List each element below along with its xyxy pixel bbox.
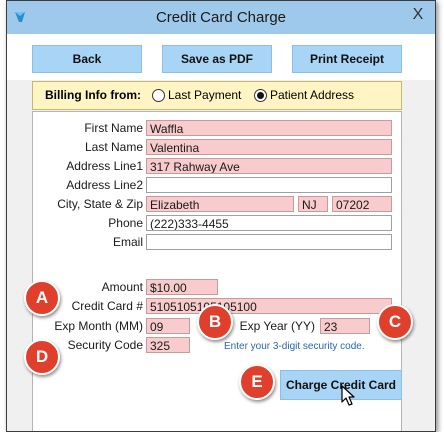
patient-address-label[interactable]: Patient Address — [270, 82, 354, 109]
exp-month-label: Exp Month (MM) — [54, 319, 143, 333]
first-name-field[interactable]: Waffla — [146, 120, 392, 136]
callout-e: E — [239, 364, 275, 400]
city-state-zip-label: City, State & Zip — [57, 197, 143, 211]
security-code-hint: Enter your 3-digit security code. — [224, 341, 365, 352]
address-line1-label: Address Line1 — [66, 159, 143, 173]
address-line2-field[interactable] — [146, 177, 392, 193]
pointer-cursor-icon — [341, 385, 355, 406]
save-as-pdf-button[interactable]: Save as PDF — [162, 45, 272, 73]
address-line2-label: Address Line2 — [66, 178, 143, 192]
billing-info-bar: Billing Info from: Last Payment Patient … — [32, 81, 402, 110]
patient-address-radio[interactable] — [254, 89, 267, 102]
title-bar: Credit Card Charge X — [7, 1, 435, 34]
callout-a: A — [24, 280, 60, 316]
exp-month-field[interactable]: 09 — [146, 318, 190, 334]
print-receipt-button[interactable]: Print Receipt — [292, 45, 402, 73]
last-name-label: Last Name — [84, 140, 143, 154]
zip-field[interactable]: 07202 — [332, 196, 392, 212]
phone-label: Phone — [108, 216, 143, 230]
callout-c: C — [377, 304, 413, 340]
email-label: Email — [112, 235, 143, 249]
last-payment-radio[interactable] — [152, 89, 165, 102]
back-button[interactable]: Back — [32, 45, 142, 73]
window-title: Credit Card Charge — [155, 9, 287, 26]
billing-info-label: Billing Info from: — [45, 88, 141, 102]
exp-year-field[interactable]: 23 — [320, 318, 370, 334]
last-payment-label[interactable]: Last Payment — [168, 82, 241, 109]
security-code-field[interactable]: 325 — [146, 337, 190, 353]
callout-d: D — [24, 339, 60, 375]
email-field[interactable] — [146, 234, 392, 250]
state-field[interactable]: NJ — [298, 196, 328, 212]
close-icon[interactable]: X — [407, 6, 429, 24]
callout-b: B — [197, 304, 233, 340]
last-name-field[interactable]: Valentina — [146, 139, 392, 155]
amount-field[interactable]: $10.00 — [146, 279, 218, 295]
credit-card-charge-window: Credit Card Charge X Back Save as PDF Pr… — [6, 0, 436, 432]
address-line1-field[interactable]: 317 Rahway Ave — [146, 158, 392, 174]
first-name-label: First Name — [84, 121, 143, 135]
city-field[interactable]: Elizabeth — [146, 196, 294, 212]
phone-field[interactable]: (222)333-4455 — [146, 215, 392, 231]
credit-card-field[interactable]: 5105105105105100 — [146, 298, 392, 314]
toolbar: Back Save as PDF Print Receipt — [7, 34, 435, 80]
